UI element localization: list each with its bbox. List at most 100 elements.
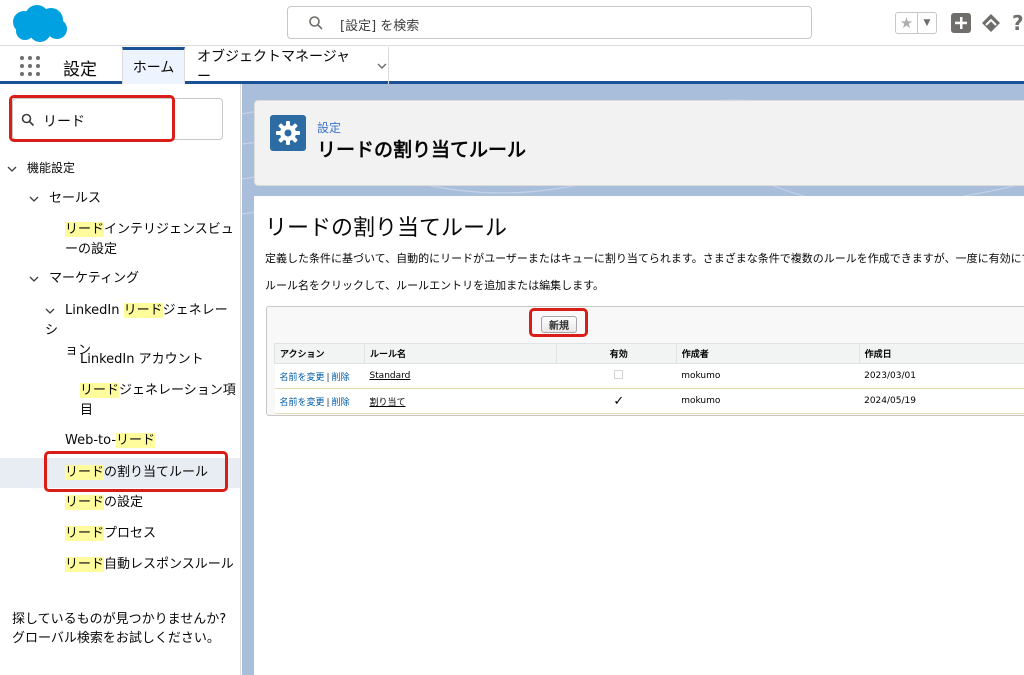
created-date-cell: 2023/03/01 (859, 363, 1024, 389)
tab-home[interactable]: ホーム (122, 47, 185, 84)
column-header: 有効 (555, 343, 677, 364)
context-bar: 設定 ホーム オブジェクトマネージャー (0, 47, 1024, 85)
search-highlight: リード (65, 526, 105, 541)
tree-label: ジェネレーション項 (119, 383, 236, 398)
active-cell: ✓ (556, 388, 677, 414)
star-icon[interactable]: ★ (896, 13, 918, 33)
separator: | (326, 372, 330, 383)
chevron-down-icon[interactable] (7, 164, 17, 174)
chevron-down-icon[interactable] (376, 60, 388, 72)
creator-cell: mokumo (676, 388, 860, 414)
search-highlight: リード (123, 303, 163, 318)
rename-link[interactable]: 名前を変更 (280, 373, 325, 383)
search-highlight: リード (65, 495, 105, 510)
tree-label-line2: 目 (80, 403, 94, 418)
tree-label: LinkedIn アカウント (80, 352, 204, 367)
tree-label: マーケティング (49, 271, 139, 286)
global-header: [設定] を検索 ★ ▼ ? (0, 0, 1024, 46)
app-name: 設定 (63, 60, 97, 80)
checkmark-icon: ✓ (613, 393, 625, 409)
app-launcher-icon[interactable] (20, 56, 40, 76)
trailhead-icon[interactable] (980, 12, 1002, 34)
delete-link[interactable]: 削除 (332, 398, 350, 408)
tree-label: Web-to- (65, 433, 117, 448)
column-header: アクション (274, 343, 365, 364)
sidebar-help-text: 探しているものが見つかりませんか? グローバル検索をお試しください。 (12, 610, 226, 648)
rename-link[interactable]: 名前を変更 (280, 398, 325, 408)
tree-label: LinkedIn (65, 303, 124, 318)
table-row: 名前を変更 | 削除 Standard mokumo 2023/03/01 (274, 363, 1024, 389)
separator: | (326, 397, 330, 408)
rule-name-cell: Standard (364, 363, 557, 389)
active-cell (556, 363, 677, 389)
delete-link[interactable]: 削除 (332, 373, 350, 383)
search-highlight: リード (65, 222, 105, 237)
tab-object-manager[interactable]: オブジェクトマネージャー (186, 47, 389, 85)
setup-sidebar: リード 機能設定 セールス リードインテリジェンスビュ ーの設定 マーケティング… (0, 84, 241, 675)
rules-list: 新規 アクション ルール名 有効 作成者 作成日 名前を変更 | 削除 Stan… (266, 306, 1024, 416)
creator-cell: mokumo (676, 363, 860, 389)
main-content-area: 設定 リードの割り当てルール リードの割り当てルール 定義した条件に基づいて、自… (242, 84, 1024, 675)
column-header: 作成者 (675, 343, 860, 364)
search-highlight: リード (65, 557, 105, 572)
tree-web-to-lead[interactable]: Web-to-リード (65, 431, 156, 451)
instruction-text: ルール名をクリックして、ルールエントリを追加または編集します。 (265, 279, 605, 292)
page-header-subtitle: 設定 (317, 121, 342, 135)
annotation-highlight-box (44, 451, 228, 492)
search-highlight: リード (80, 383, 120, 398)
tree-label: 機能設定 (27, 161, 76, 175)
page-header: 設定 リードの割り当てルール (254, 100, 1024, 186)
tree-linkedin-account[interactable]: LinkedIn アカウント (80, 350, 204, 370)
table-header-row: アクション ルール名 有効 作成者 作成日 (274, 343, 1024, 364)
chevron-down-icon[interactable] (29, 194, 39, 204)
tree-label: インテリジェンスビュ (104, 222, 234, 237)
annotation-highlight-box (529, 308, 588, 337)
rules-table: アクション ルール名 有効 作成者 作成日 名前を変更 | 削除 Standard (274, 343, 1024, 414)
rule-name-cell: 割り当て (364, 388, 557, 414)
tree-lead-gen-fields[interactable]: リードジェネレーション項 目 (80, 381, 236, 421)
column-header: 作成日 (858, 343, 1024, 364)
help-line-2: グローバル検索をお試しください。 (12, 631, 220, 646)
help-icon[interactable]: ? (1010, 12, 1024, 34)
annotation-highlight-box (9, 95, 175, 142)
tree-feature-settings[interactable]: 機能設定 (7, 158, 75, 179)
setup-gear-icon (270, 115, 306, 151)
tree-label: プロセス (104, 526, 157, 541)
search-placeholder: [設定] を検索 (340, 19, 420, 34)
rule-name-link[interactable]: 割り当て (369, 398, 405, 408)
favorites-control[interactable]: ★ ▼ (895, 12, 937, 34)
tree-sales[interactable]: セールス (29, 189, 101, 209)
plus-icon[interactable] (950, 12, 972, 34)
tree-label: セールス (49, 191, 102, 206)
gear-icon (276, 121, 300, 145)
tree-lead-auto-response[interactable]: リード自動レスポンスルール (65, 555, 234, 575)
column-header: ルール名 (363, 343, 557, 364)
search-highlight: リード (116, 433, 156, 448)
inactive-checkbox-icon (614, 370, 624, 379)
salesforce-logo-icon[interactable] (10, 4, 68, 44)
tree-label: の設定 (104, 495, 144, 510)
description-text: 定義した条件に基づいて、自動的にリードがユーザーまたはキューに割り当てられます。… (265, 252, 1024, 265)
rule-name-link[interactable]: Standard (369, 371, 410, 381)
content-panel: リードの割り当てルール 定義した条件に基づいて、自動的にリードがユーザーまたはキ… (254, 196, 1024, 675)
chevron-down-icon[interactable] (45, 306, 55, 316)
tree-lead-process[interactable]: リードプロセス (65, 524, 156, 544)
help-line-1: 探しているものが見つかりませんか? (12, 612, 227, 627)
tree-lead-settings[interactable]: リードの設定 (65, 493, 143, 513)
page-title: リードの割り当てルール (265, 216, 508, 241)
action-cell: 名前を変更 | 削除 (274, 388, 365, 414)
tree-lead-intelligence-view[interactable]: リードインテリジェンスビュ ーの設定 (65, 220, 234, 260)
table-row: 名前を変更 | 削除 割り当て ✓ mokumo 2024/05/19 (274, 388, 1024, 414)
search-icon (309, 16, 323, 30)
tree-label: 自動レスポンスルール (104, 557, 234, 572)
page-header-title: リードの割り当てルール (317, 139, 527, 161)
tab-object-manager-label: オブジェクトマネージャー (197, 48, 351, 85)
action-cell: 名前を変更 | 削除 (274, 363, 365, 389)
svg-text:?: ? (1012, 12, 1024, 34)
created-date-cell: 2024/05/19 (859, 388, 1024, 414)
tree-label-line2: ーの設定 (65, 242, 118, 257)
tree-marketing[interactable]: マーケティング (29, 269, 139, 289)
caret-down-icon[interactable]: ▼ (918, 13, 936, 33)
chevron-down-icon[interactable] (29, 274, 39, 284)
global-search-input[interactable]: [設定] を検索 (287, 6, 812, 39)
